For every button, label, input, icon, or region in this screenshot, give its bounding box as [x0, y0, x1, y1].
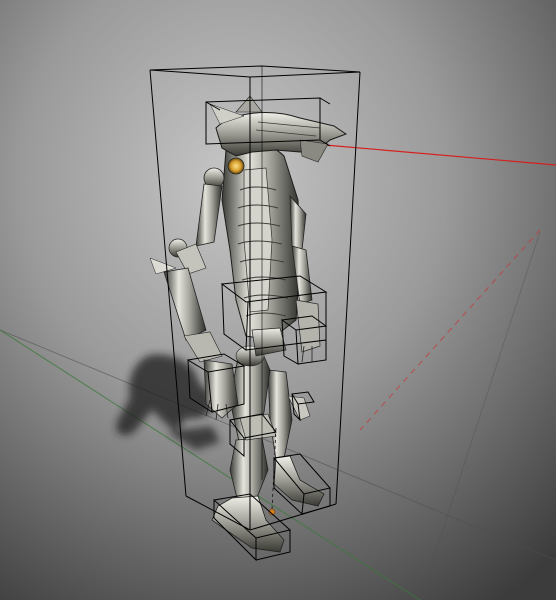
3d-viewport[interactable]	[0, 0, 556, 600]
robot-eye	[227, 157, 245, 175]
viewport-scene[interactable]	[0, 0, 556, 600]
